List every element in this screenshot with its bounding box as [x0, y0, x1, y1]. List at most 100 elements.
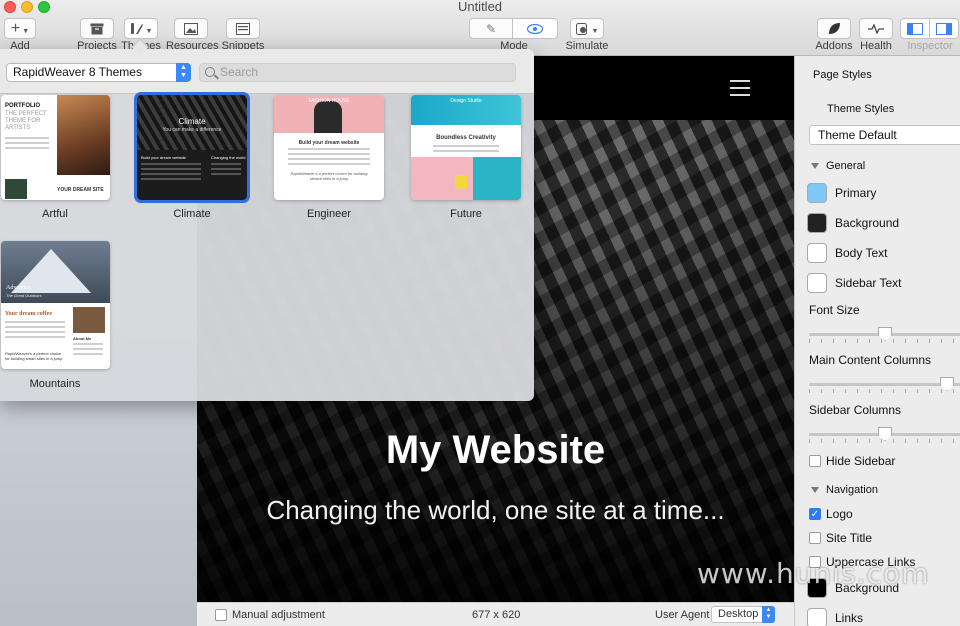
- theme-thumbnail-mountains[interactable]: Adventure The Great Outdoors Your dream …: [1, 241, 110, 369]
- chevron-down-icon: ▼: [145, 28, 153, 35]
- logo-row[interactable]: ✓ Logo: [809, 506, 853, 522]
- projects-button[interactable]: [80, 18, 114, 39]
- artful-subheading: THE PERFECT THEME FOR ARTISTS: [5, 111, 47, 131]
- primary-color-swatch[interactable]: [807, 183, 827, 203]
- health-button[interactable]: [859, 18, 893, 39]
- climate-side-lines: [211, 163, 241, 178]
- page-styles-tab[interactable]: Page Styles: [813, 69, 872, 81]
- mode-preview-button[interactable]: [512, 18, 558, 39]
- mountains-tag: Your dream coffee: [5, 311, 53, 317]
- add-button[interactable]: + ▼: [4, 18, 36, 39]
- climate-tag: Build your dream website: [141, 155, 186, 160]
- artful-tag: YOUR DREAM SITE: [57, 187, 104, 193]
- theme-name-artful: Artful: [42, 208, 68, 220]
- paintbrush-icon: [130, 23, 143, 34]
- primary-color-row[interactable]: Primary: [807, 182, 876, 204]
- site-title-label: Site Title: [826, 531, 873, 545]
- engineer-text-lines: [288, 148, 370, 168]
- body-text-color-row[interactable]: Body Text: [807, 242, 887, 264]
- site-title-row[interactable]: Site Title: [809, 530, 872, 546]
- logo-label: Logo: [826, 507, 853, 521]
- engineer-heading: FASHION HOUSE: [308, 98, 350, 104]
- hide-sidebar-row[interactable]: Hide Sidebar: [809, 453, 895, 469]
- engineer-model-image: [314, 101, 342, 133]
- sidebar-columns-slider[interactable]: [809, 427, 960, 443]
- mountains-tag-2: About Me: [73, 336, 92, 341]
- addons-label: Addons: [815, 40, 853, 52]
- theme-name-climate: Climate: [173, 208, 211, 220]
- artful-plant-image: [5, 179, 27, 199]
- heartbeat-icon: [868, 23, 884, 34]
- themes-button[interactable]: ▼: [124, 18, 158, 39]
- theme-search-input[interactable]: Search: [199, 63, 516, 82]
- theme-name-mountains: Mountains: [29, 378, 81, 390]
- sidebar-text-color-row[interactable]: Sidebar Text: [807, 272, 902, 294]
- themes-popover: RapidWeaver 8 Themes ▲ ▼ Search PORTFOLIO…: [0, 49, 534, 401]
- future-cup-image: [455, 175, 467, 189]
- body-text-color-swatch[interactable]: [807, 243, 827, 263]
- toggle-inspector-button[interactable]: [929, 18, 959, 39]
- font-size-slider[interactable]: [809, 327, 960, 343]
- toggle-sidebar-button[interactable]: [900, 18, 930, 39]
- preview-size: 677 x 620: [472, 608, 521, 621]
- snippets-button[interactable]: [226, 18, 260, 39]
- background-color-row[interactable]: Background: [807, 212, 899, 234]
- links-color-swatch[interactable]: [807, 608, 827, 626]
- hamburger-menu-icon[interactable]: [730, 80, 750, 96]
- font-size-label: Font Size: [809, 303, 860, 317]
- mountains-tag-3: RapidWeaver's a perfect choice for build…: [5, 351, 63, 361]
- theme-thumbnail-engineer[interactable]: FASHION HOUSE Build your dream website R…: [274, 95, 384, 200]
- theme-styles-heading: Theme Styles: [827, 103, 895, 115]
- site-title-checkbox[interactable]: [809, 532, 821, 544]
- hide-sidebar-checkbox[interactable]: [809, 455, 821, 467]
- climate-tag-2: Changing the world: [211, 155, 246, 160]
- window-title: Untitled: [457, 0, 503, 14]
- mountains-heading: Adventure: [6, 285, 32, 291]
- sidebar-text-color-swatch[interactable]: [807, 273, 827, 293]
- navigation-label: Navigation: [826, 484, 878, 496]
- climate-text-lines: [141, 163, 201, 183]
- chevron-down-icon: ▼: [591, 28, 599, 35]
- main-content-columns-slider[interactable]: [809, 377, 960, 393]
- device-simulate-icon: [575, 22, 587, 35]
- background-color-swatch[interactable]: [807, 213, 827, 233]
- theme-thumbnail-climate[interactable]: Climate You can make a difference Build …: [134, 92, 250, 203]
- artful-heading: PORTFOLIO: [5, 103, 40, 109]
- manual-adjustment-checkbox[interactable]: [215, 608, 227, 621]
- theme-name-future: Future: [450, 208, 482, 220]
- search-icon: [205, 67, 215, 77]
- manual-adjustment-label: Manual adjustment: [232, 608, 325, 621]
- mode-edit-button[interactable]: ✎: [469, 18, 513, 39]
- primary-color-label: Primary: [835, 186, 877, 200]
- archive-box-icon: [90, 23, 104, 34]
- theme-thumbnail-artful[interactable]: PORTFOLIO THE PERFECT THEME FOR ARTISTS …: [1, 95, 110, 200]
- simulate-button[interactable]: ▼: [570, 18, 604, 39]
- engineer-tag: RapidWeaver's a perfect choice for build…: [290, 171, 368, 181]
- user-agent-value: Desktop: [718, 608, 759, 620]
- future-teal-image: [473, 157, 521, 200]
- theme-thumbnail-future[interactable]: Design Studio Boundless Creativity: [411, 95, 521, 200]
- theme-style-select[interactable]: Theme Default: [809, 125, 960, 145]
- addons-button[interactable]: [817, 18, 851, 39]
- resources-button[interactable]: [174, 18, 208, 39]
- links-color-row[interactable]: Links: [807, 607, 863, 626]
- theme-set-value: RapidWeaver 8 Themes: [13, 65, 142, 79]
- select-arrows-icon: ▲ ▼: [176, 63, 191, 82]
- popover-header: RapidWeaver 8 Themes ▲ ▼ Search: [0, 49, 534, 94]
- left-panel-icon: [907, 22, 923, 35]
- general-section-header[interactable]: General: [811, 160, 865, 172]
- engineer-subheading: Build your dream website: [298, 140, 360, 146]
- addon-leaf-icon: [829, 23, 840, 34]
- eye-icon: [527, 23, 543, 34]
- navigation-section-header[interactable]: Navigation: [811, 484, 878, 496]
- artful-text-lines: [5, 137, 49, 152]
- user-agent-select[interactable]: Desktop ▲ ▼: [711, 606, 775, 623]
- logo-checkbox[interactable]: ✓: [809, 508, 821, 520]
- select-arrows-icon: ▲ ▼: [762, 606, 775, 623]
- hide-sidebar-label: Hide Sidebar: [826, 454, 896, 468]
- inspector-panel: Page Styles Theme Styles Theme Default G…: [794, 56, 960, 626]
- climate-subheading: You can make a difference: [162, 127, 222, 133]
- site-title: My Website: [385, 428, 606, 472]
- theme-set-select[interactable]: RapidWeaver 8 Themes ▲ ▼: [6, 63, 191, 82]
- chevron-down-icon: ▼: [22, 28, 30, 35]
